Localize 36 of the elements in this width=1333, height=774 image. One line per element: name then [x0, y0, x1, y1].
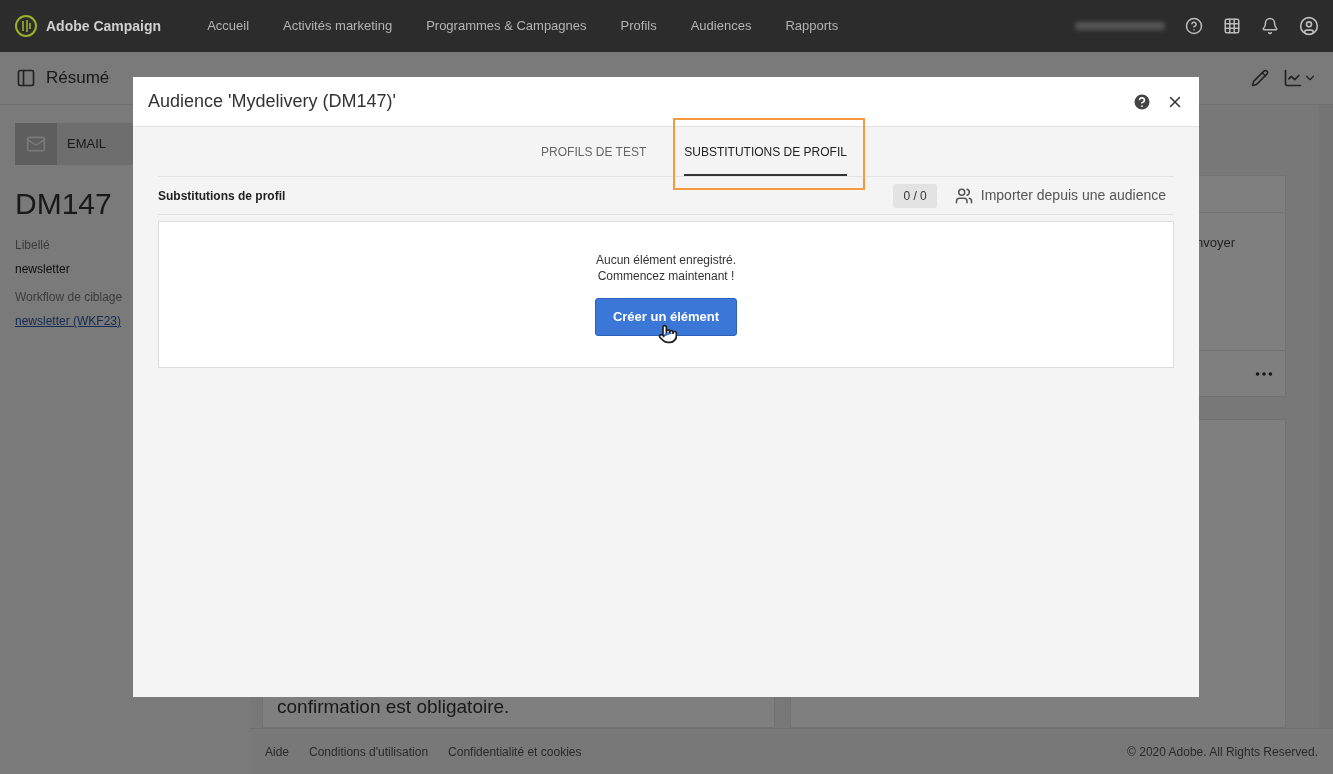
dialog-title: Audience 'Mydelivery (DM147)'	[148, 90, 396, 113]
channel-label: EMAIL	[67, 135, 106, 154]
tab[interactable]: PROFILS DE TEST	[541, 127, 647, 176]
card-text: confirmation est obligatoire.	[277, 695, 510, 717]
chart-icon	[1283, 68, 1303, 88]
hand-cursor-icon	[658, 324, 678, 344]
logo-icon	[14, 14, 38, 38]
nav-link[interactable]: Audiences	[690, 16, 752, 36]
field-label: Workflow de ciblage	[15, 289, 124, 306]
users-icon	[954, 186, 973, 205]
envelope-icon	[26, 134, 46, 154]
delivery-id: DM147	[15, 186, 112, 222]
nav-link[interactable]: Programmes & Campagnes	[426, 16, 587, 36]
tab[interactable]: SUBSTITUTIONS DE PROFIL	[684, 127, 847, 176]
avatar-icon[interactable]	[1299, 16, 1319, 36]
create-button[interactable]: Créer un élément	[595, 298, 737, 336]
empty-message: Aucun élément enregistré.	[595, 252, 737, 268]
field-label: Libellé	[15, 237, 51, 254]
nav-link[interactable]: Accueil	[207, 16, 250, 36]
toolbar-title: Résumé	[46, 67, 110, 90]
nav-link[interactable]: Profils	[620, 16, 657, 36]
help-icon[interactable]	[1185, 17, 1203, 35]
empty-message: Commencez maintenant !	[597, 268, 735, 284]
bell-icon[interactable]	[1261, 17, 1279, 35]
apps-grid-icon[interactable]	[1223, 17, 1241, 35]
field-value: newsletter	[15, 261, 71, 278]
copyright: © 2020 Adobe. All Rights Reserved.	[1127, 743, 1318, 761]
nav-link[interactable]: Activités marketing	[283, 16, 393, 36]
nav-link[interactable]: Rapports	[785, 16, 839, 36]
import-button[interactable]: Importer depuis une audience	[954, 185, 1166, 206]
brand-name[interactable]: Adobe Campaign	[46, 15, 162, 37]
sidebar-toggle-icon[interactable]	[16, 68, 36, 88]
chart-menu-button[interactable]	[1283, 68, 1317, 88]
count-badge: 0 / 0	[893, 183, 937, 208]
pencil-icon[interactable]	[1251, 69, 1269, 87]
section-title: Substitutions de profil	[158, 187, 286, 205]
